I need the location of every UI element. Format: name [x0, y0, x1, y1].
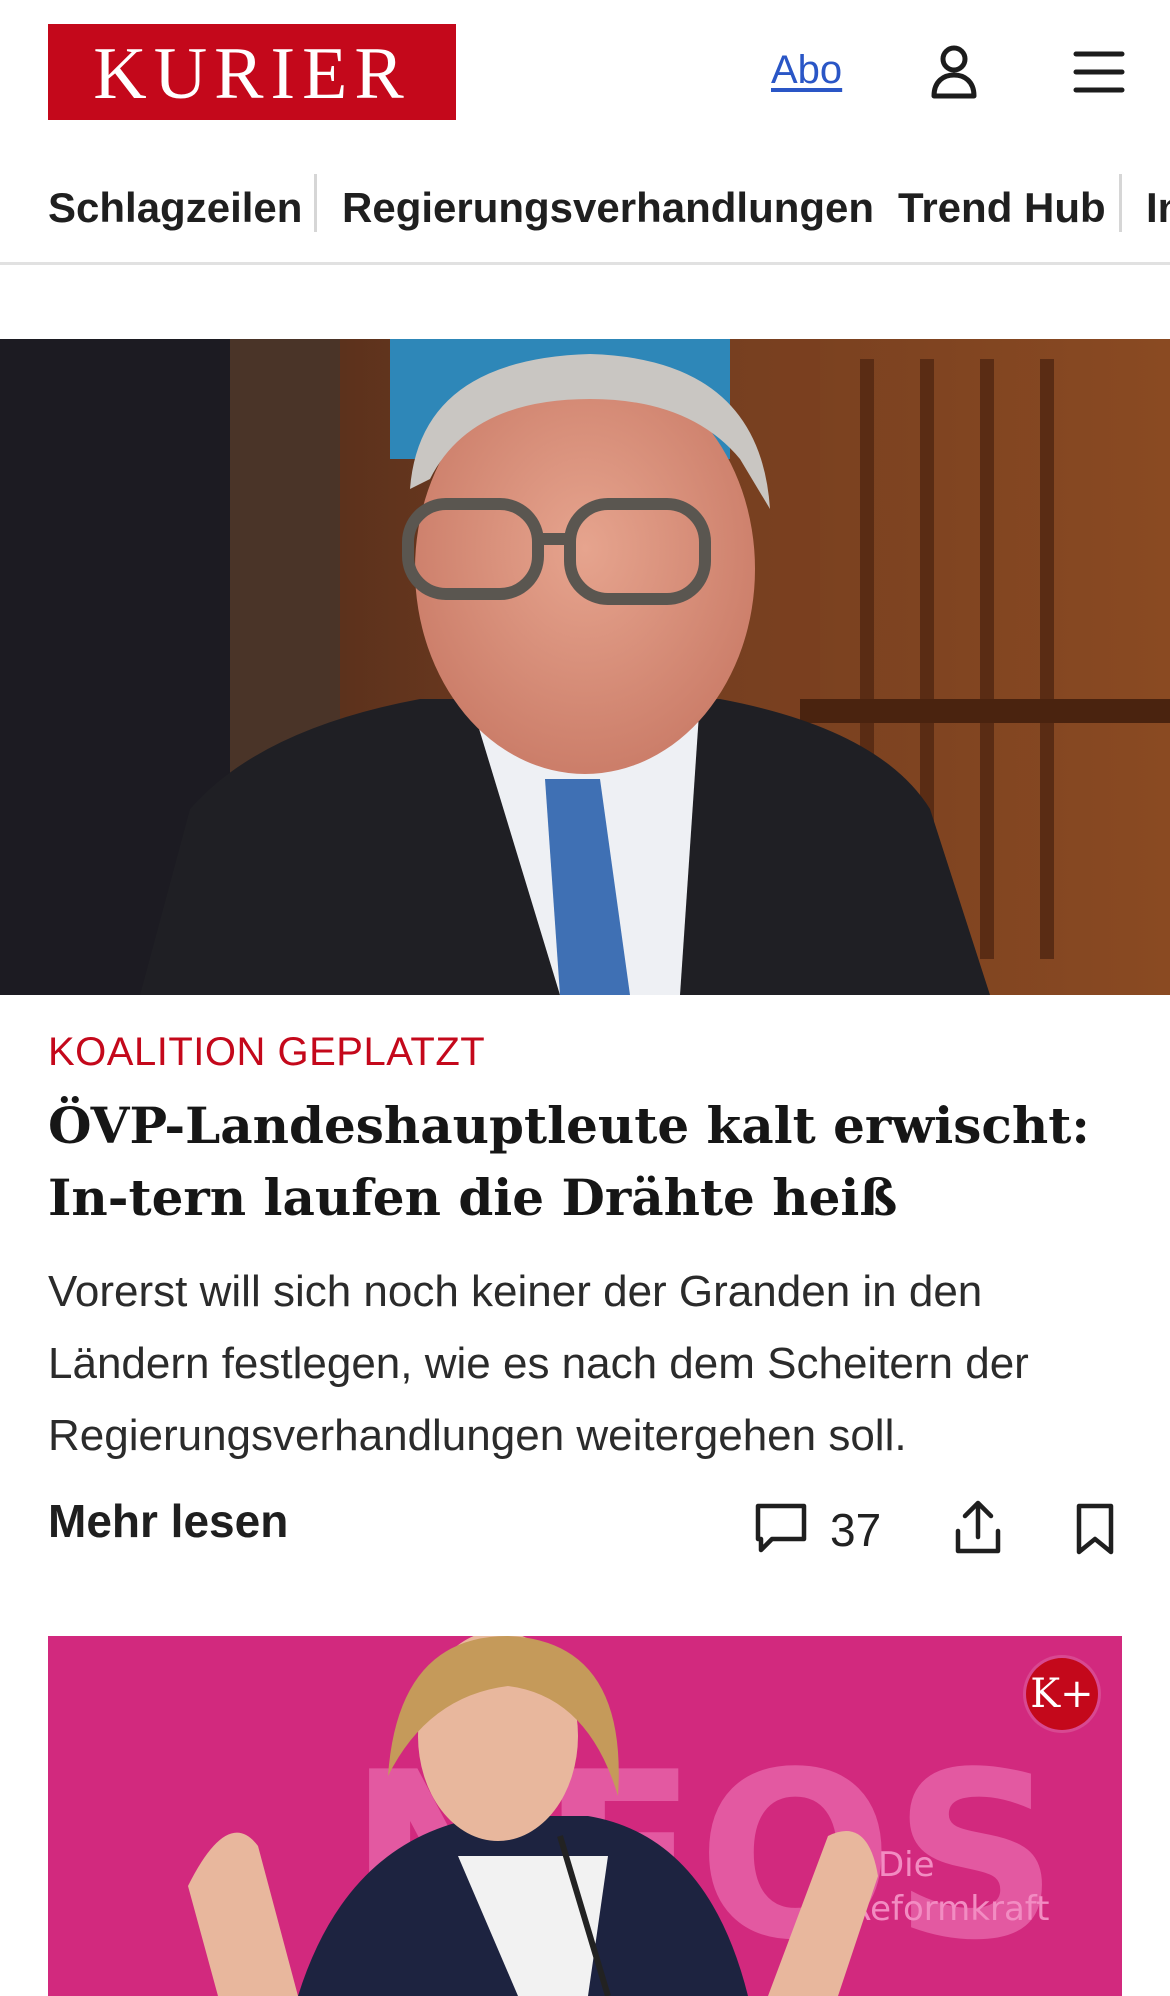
nav-item-in[interactable]: In	[1146, 178, 1170, 238]
site-header: KURIER Abo	[0, 0, 1170, 145]
kurier-plus-badge: K+	[1026, 1658, 1098, 1730]
read-more-link[interactable]: Mehr lesen	[48, 1494, 288, 1548]
section-nav: Schlagzeilen Regierungsverhandlungen Tre…	[0, 166, 1170, 265]
bookmark-icon[interactable]	[1072, 1500, 1118, 1558]
nav-item-schlagzeilen[interactable]: Schlagzeilen	[48, 178, 302, 238]
second-article-image[interactable]: NEOS Die Reformkraft K+	[48, 1636, 1122, 1996]
nav-item-trend-hub[interactable]: Trend Hub	[898, 178, 1106, 238]
article-kicker[interactable]: KOALITION GEPLATZT	[48, 1030, 485, 1075]
nav-item-regierungsverhandlungen[interactable]: Regierungsverhandlungen	[342, 178, 874, 238]
logo-text: KURIER	[93, 33, 411, 115]
comment-icon	[754, 1501, 808, 1560]
nav-divider	[314, 174, 317, 232]
svg-text:Die: Die	[878, 1845, 935, 1885]
article-teaser[interactable]: Vorerst will sich noch keiner der Grande…	[48, 1256, 1138, 1472]
user-icon[interactable]	[926, 42, 982, 102]
abo-link[interactable]: Abo	[771, 48, 842, 93]
comments-button[interactable]: 37	[754, 1500, 881, 1560]
kurier-logo[interactable]: KURIER	[48, 24, 456, 120]
nav-divider	[1119, 174, 1122, 232]
article-headline[interactable]: ÖVP-Landeshauptleute kalt erwischt: In-t…	[48, 1090, 1128, 1234]
kurier-plus-badge-text: K+	[1030, 1671, 1094, 1717]
hero-image[interactable]	[0, 339, 1170, 995]
hamburger-menu-icon[interactable]	[1069, 44, 1129, 100]
comment-count: 37	[830, 1504, 882, 1556]
share-icon[interactable]	[952, 1498, 1004, 1556]
svg-text:Reformkraft: Reformkraft	[848, 1889, 1050, 1929]
